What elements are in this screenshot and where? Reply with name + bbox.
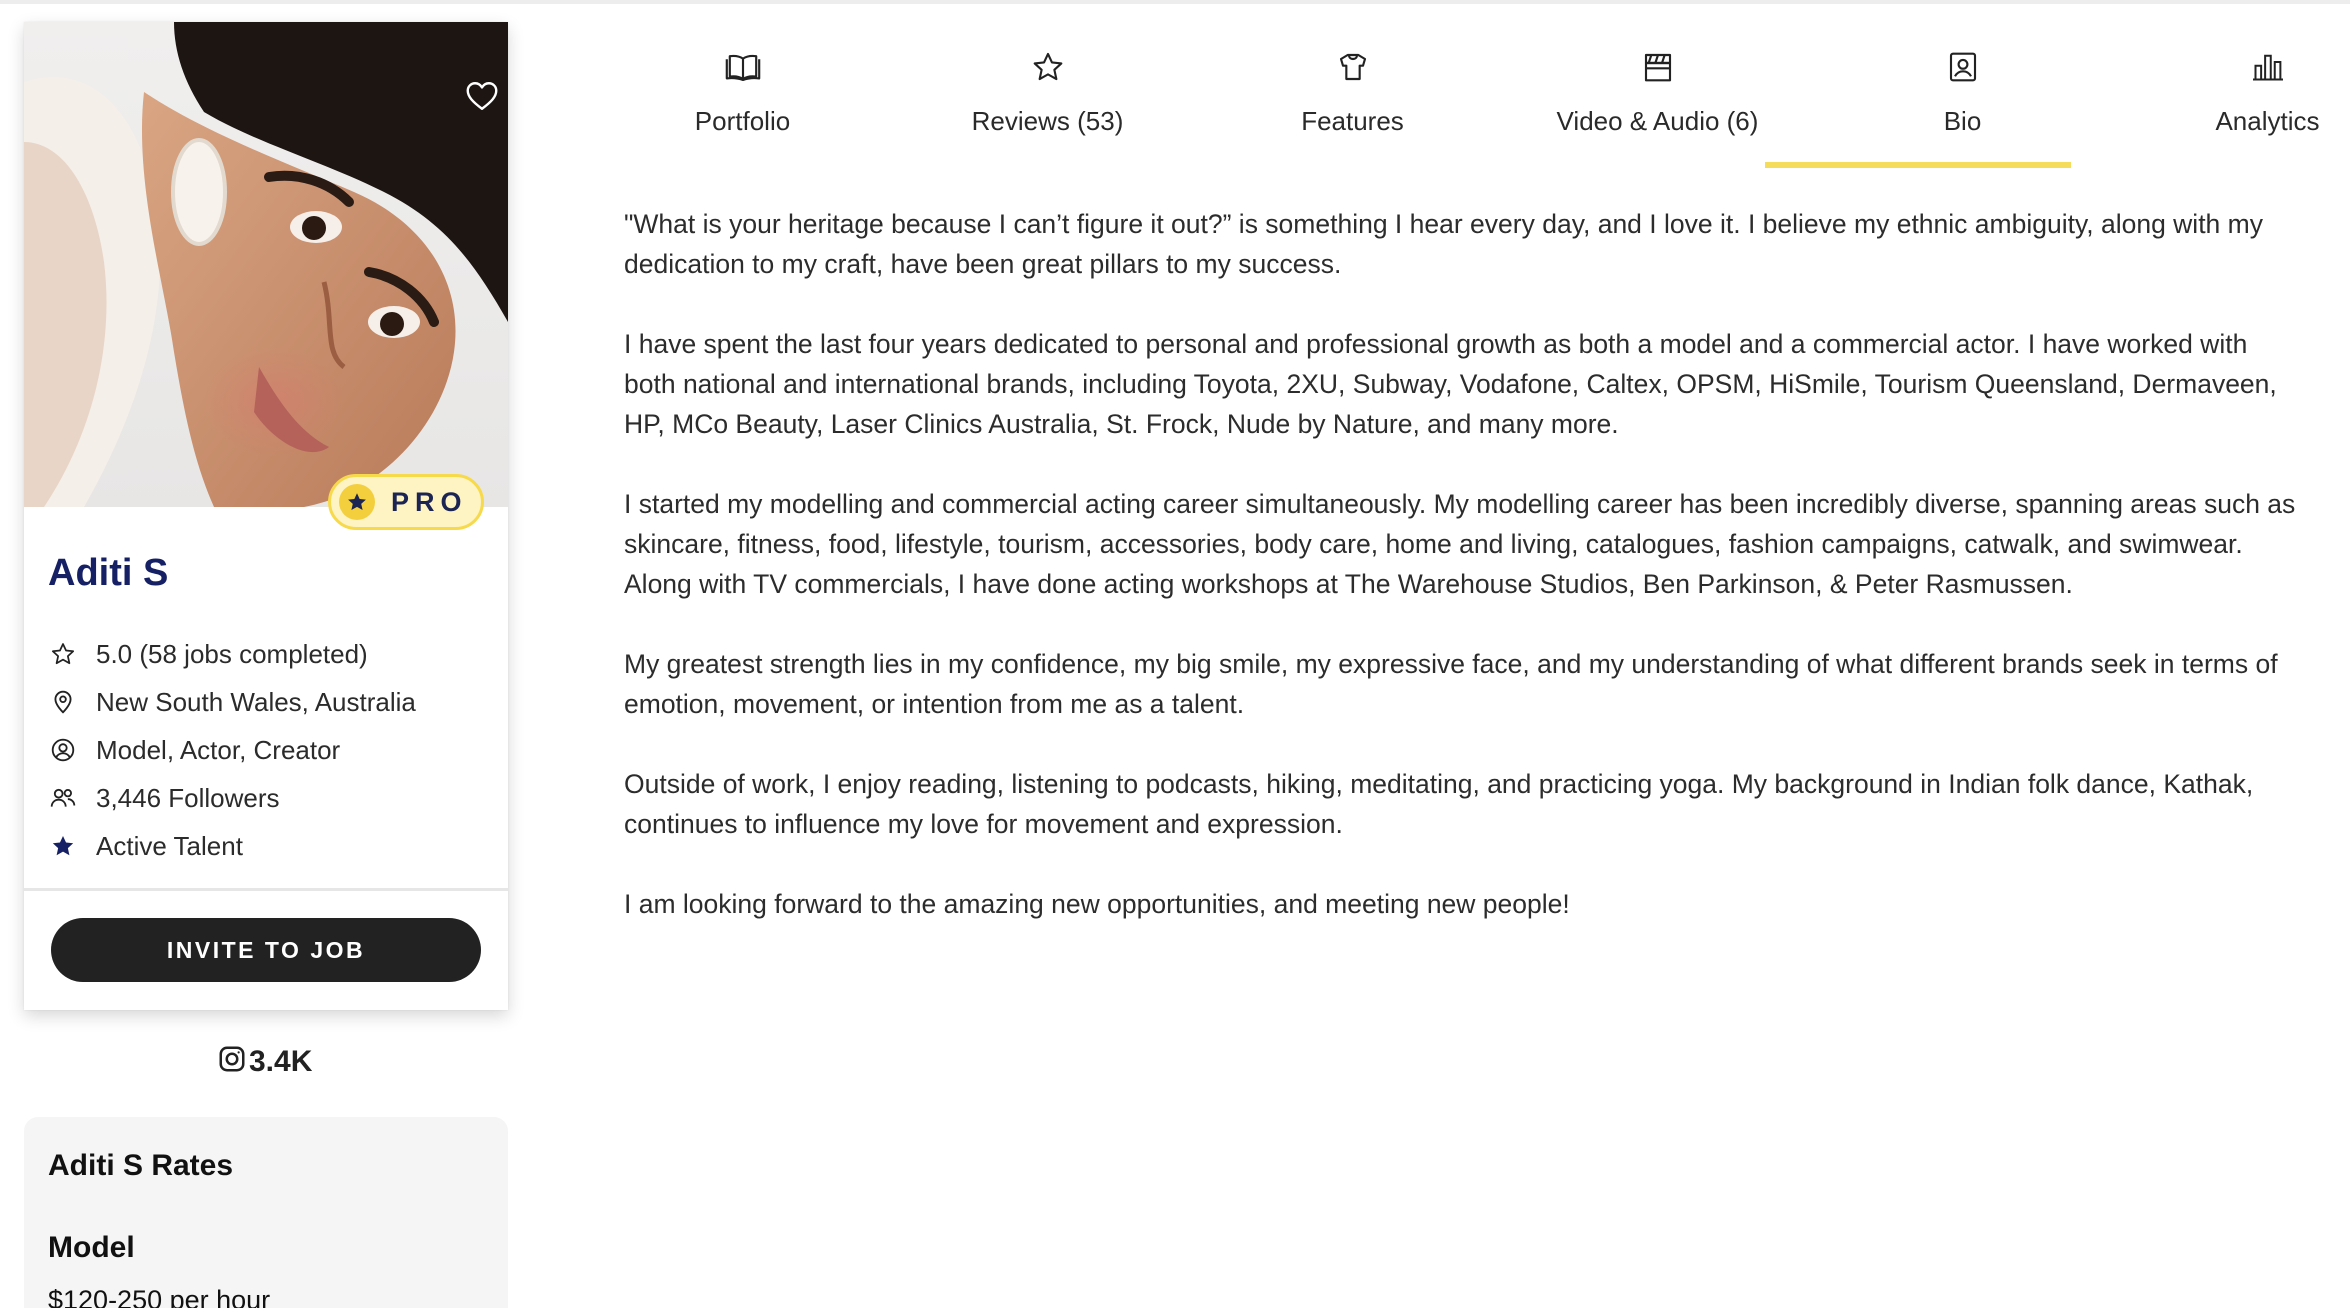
bio-paragraph: My greatest strength lies in my confiden… (624, 649, 2278, 719)
star-outline-icon (1031, 50, 1065, 84)
active-tab-indicator (1765, 162, 2071, 168)
stat-active-text: Active Talent (96, 830, 243, 861)
pro-badge: PRO (328, 474, 484, 530)
bio-paragraph: I am looking forward to the amazing new … (624, 889, 1570, 919)
id-badge-icon (1948, 50, 1978, 84)
tab-reviews[interactable]: Reviews (53) (895, 0, 1200, 168)
profile-tabs: Portfolio Reviews (53) Features Video & … (590, 0, 2320, 172)
profile-card: PRO Aditi S 5.0 (58 jobs completed) New … (24, 22, 508, 1010)
tab-portfolio-label: Portfolio (694, 106, 791, 136)
profile-photo-illustration (24, 22, 508, 507)
stat-active: Active Talent (48, 822, 416, 870)
tab-features-label: Features (1301, 106, 1404, 136)
bio-paragraph: "What is your heritage because I can’t f… (624, 209, 2263, 279)
users-icon (48, 783, 78, 813)
book-icon (725, 50, 761, 84)
pro-label: PRO (391, 486, 468, 517)
tab-bio[interactable]: Bio (1810, 0, 2115, 168)
user-circle-icon (48, 735, 78, 765)
profile-photo[interactable] (24, 22, 508, 507)
rates-role: Model (48, 1231, 135, 1264)
tab-analytics[interactable]: Analytics (2115, 0, 2350, 168)
star-outline-icon (48, 639, 78, 669)
rates-panel: Aditi S Rates Model $120-250 per hour (24, 1117, 508, 1308)
favorite-heart-icon[interactable] (464, 78, 504, 118)
instagram-count: 3.4K (249, 1044, 313, 1078)
rates-range: $120-250 per hour (48, 1285, 271, 1308)
tab-video-audio[interactable]: Video & Audio (6) (1505, 0, 1810, 168)
card-divider (24, 888, 508, 891)
stat-rating-text: 5.0 (58 jobs completed) (96, 638, 368, 669)
location-pin-icon (48, 687, 78, 717)
invite-to-job-button[interactable]: INVITE TO JOB (51, 918, 481, 982)
clapperboard-icon (1643, 50, 1673, 84)
stat-followers-text: 3,446 Followers (96, 782, 280, 813)
stat-location: New South Wales, Australia (48, 678, 416, 726)
talent-stats: 5.0 (58 jobs completed) New South Wales,… (48, 630, 416, 870)
bio-paragraph: I have spent the last four years dedicat… (624, 329, 2277, 439)
talent-name: Aditi S (48, 552, 169, 594)
tab-features[interactable]: Features (1200, 0, 1505, 168)
tab-reviews-label: Reviews (53) (971, 106, 1124, 136)
pro-star-icon (339, 484, 375, 520)
instagram-link[interactable]: 3.4K (217, 1044, 312, 1079)
star-filled-icon (48, 831, 78, 861)
rates-title: Aditi S Rates (48, 1149, 234, 1182)
bio-paragraph: Outside of work, I enjoy reading, listen… (624, 769, 2254, 839)
instagram-icon (217, 1044, 247, 1079)
bio-paragraph: I started my modelling and commercial ac… (624, 489, 2296, 599)
stat-roles: Model, Actor, Creator (48, 726, 416, 774)
bar-chart-icon (2251, 50, 2285, 84)
tab-video-audio-label: Video & Audio (6) (1556, 106, 1759, 136)
stat-location-text: New South Wales, Australia (96, 686, 416, 717)
stat-rating: 5.0 (58 jobs completed) (48, 630, 416, 678)
stat-roles-text: Model, Actor, Creator (96, 734, 341, 765)
tab-portfolio[interactable]: Portfolio (590, 0, 895, 168)
stat-followers: 3,446 Followers (48, 774, 416, 822)
bio-content: "What is your heritage because I can’t f… (624, 204, 2304, 964)
tab-analytics-label: Analytics (2215, 106, 2320, 136)
shirt-icon (1336, 50, 1370, 84)
tab-bio-label: Bio (1943, 106, 1982, 136)
